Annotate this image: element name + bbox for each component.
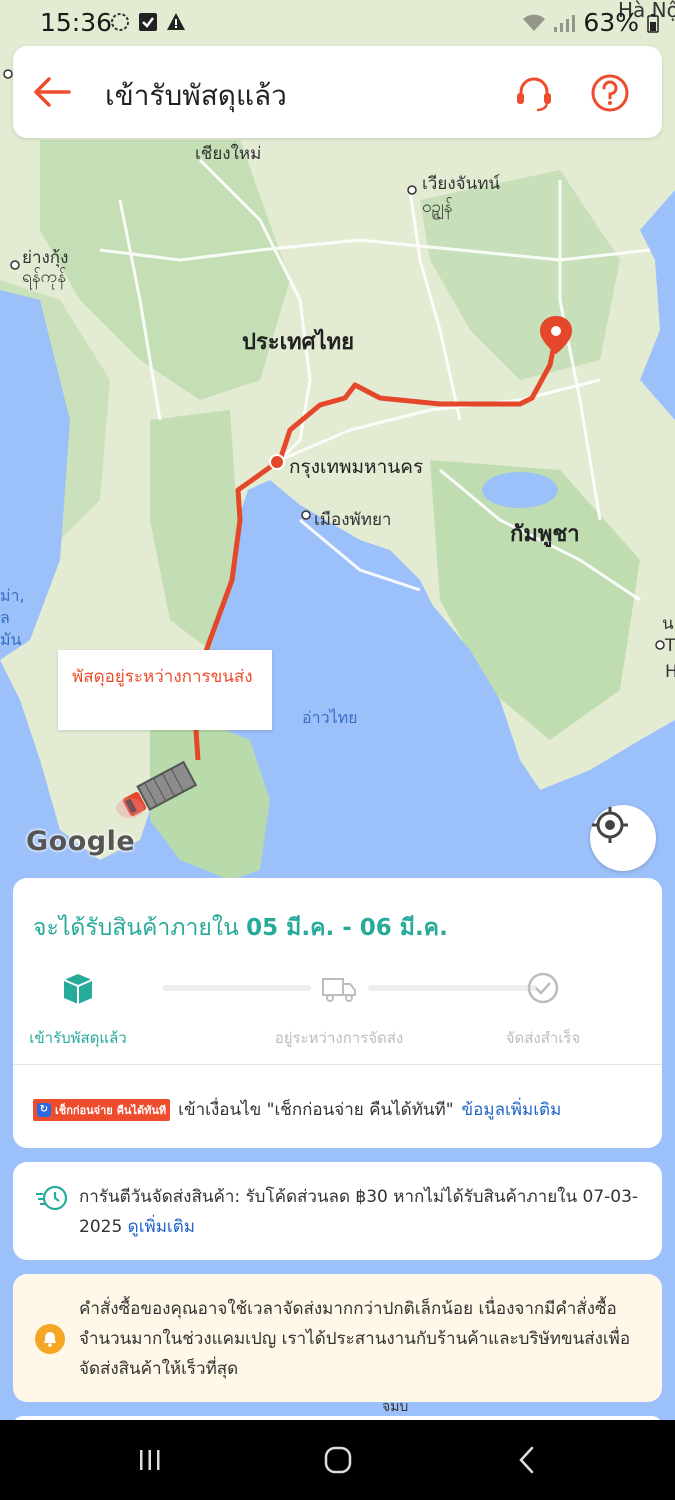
delivery-progress-tracker: เข้ารับพัสดุแล้ว อยู่ระหว่างการจัดส่ง จั… (29, 970, 642, 1050)
map-label-right-edge-1: น (662, 614, 674, 634)
map-label-vientiane-alt: ဝဥ္ဂျန် (422, 197, 453, 217)
truck-icon (322, 978, 356, 1002)
status-time: 15:36 (40, 8, 113, 37)
page-title: เข้ารับพัสดุแล้ว (105, 79, 287, 112)
sync-icon (111, 13, 129, 31)
map-label-bangkok: กรุงเทพมหานคร (289, 456, 424, 478)
delivery-guarantee-card[interactable]: การันตีวันจัดส่งสินค้า: รับโค้ดส่วนลด ฿3… (13, 1162, 662, 1260)
map-label-thailand: ประเทศไทย (242, 330, 355, 355)
back-nav-icon[interactable] (512, 1444, 544, 1476)
system-nav-bar (0, 1420, 675, 1500)
arrow-left-icon[interactable] (31, 72, 73, 112)
map-label-gulf: อ่าวไทย (302, 708, 358, 727)
promo-badge-text: เช็กก่อนจ่าย คืนได้ทันที (55, 1103, 167, 1117)
status-bar: 15:36 63% (0, 0, 675, 48)
map-label-chiang-mai: เชียงใหม่ (195, 144, 262, 164)
step-label-picked-up: เข้ารับพัสดุแล้ว (29, 1029, 127, 1047)
map-label-cambodia: กัมพูชา (510, 522, 580, 547)
google-logo: Google (26, 826, 136, 857)
card-divider (13, 1064, 662, 1065)
eta-text: จะได้รับสินค้าภายใน 05 มี.ค. - 06 มี.ค. (33, 910, 448, 946)
guarantee-see-more-link[interactable]: ดูเพิ่มเติม (128, 1217, 195, 1237)
check-circle-icon (527, 972, 559, 1004)
home-icon[interactable] (322, 1444, 354, 1476)
package-icon (63, 974, 93, 1004)
notice-text: คำสั่งซื้อของคุณอาจใช้เวลาจัดส่งมากกว่าป… (79, 1299, 631, 1379)
check-before-pay-row[interactable]: ↻ เช็กก่อนจ่าย คืนได้ทันที เข้าเงื่อนไข … (33, 1096, 561, 1123)
bell-icon (35, 1324, 65, 1354)
refresh-icon: ↻ (37, 1102, 51, 1117)
campaign-delay-notice: คำสั่งซื้อของคุณอาจใช้เวลาจัดส่งมากกว่าป… (13, 1274, 662, 1402)
map-label-left-edge-3: มัน (0, 630, 22, 649)
eta-range: 05 มี.ค. - 06 มี.ค. (246, 915, 448, 941)
signal-icon (554, 14, 576, 32)
guarantee-text-block: การันตีวันจัดส่งสินค้า: รับโค้ดส่วนลด ฿3… (79, 1182, 645, 1242)
recent-apps-icon[interactable] (134, 1444, 166, 1476)
headset-icon[interactable] (513, 72, 555, 114)
map-label-right-edge-3: H (665, 662, 675, 682)
map-label-yangon-alt: ရန်ကုန် (22, 267, 66, 287)
map-label-vientiane: เวียงจันทน์ (422, 174, 501, 194)
crosshair-icon (592, 807, 628, 843)
wifi-icon (523, 14, 546, 31)
battery-icon (647, 13, 659, 33)
step-label-in-transit: อยู่ระหว่างการจัดส่ง (274, 1029, 404, 1047)
shipment-status-callout: พัสดุอยู่ระหว่างการขนส่ง (58, 650, 272, 730)
locate-button[interactable] (590, 805, 656, 871)
step-picked-up: เข้ารับพัสดุแล้ว (3, 970, 153, 1050)
promo-more-info-link[interactable]: ข้อมูลเพิ่มเติม (462, 1096, 562, 1123)
map-label-pattaya: เมืองพัทยา (314, 510, 392, 530)
check-box-icon (139, 13, 157, 31)
question-circle-icon[interactable] (589, 72, 631, 114)
delivery-status-card: จะได้รับสินค้าภายใน 05 มี.ค. - 06 มี.ค. … (13, 878, 662, 1148)
step-delivered: จัดส่งสำเร็จ (473, 970, 613, 1050)
promo-text: เข้าเงื่อนไข "เช็กก่อนจ่าย คืนได้ทันที" (178, 1100, 454, 1120)
top-app-bar: เข้ารับพัสดุแล้ว (13, 46, 662, 138)
step-label-delivered: จัดส่งสำเร็จ (505, 1029, 581, 1047)
battery-percent: 63% (583, 8, 639, 37)
bell-glyph (43, 1332, 57, 1347)
check-before-pay-badge: ↻ เช็กก่อนจ่าย คืนได้ทันที (33, 1098, 171, 1121)
map-label-right-edge-2: T (665, 636, 675, 656)
warning-icon (167, 13, 185, 30)
eta-prefix: จะได้รับสินค้าภายใน (33, 915, 239, 941)
fast-clock-icon (36, 1185, 68, 1211)
step-in-transit: อยู่ระหว่างการจัดส่ง (249, 970, 429, 1050)
